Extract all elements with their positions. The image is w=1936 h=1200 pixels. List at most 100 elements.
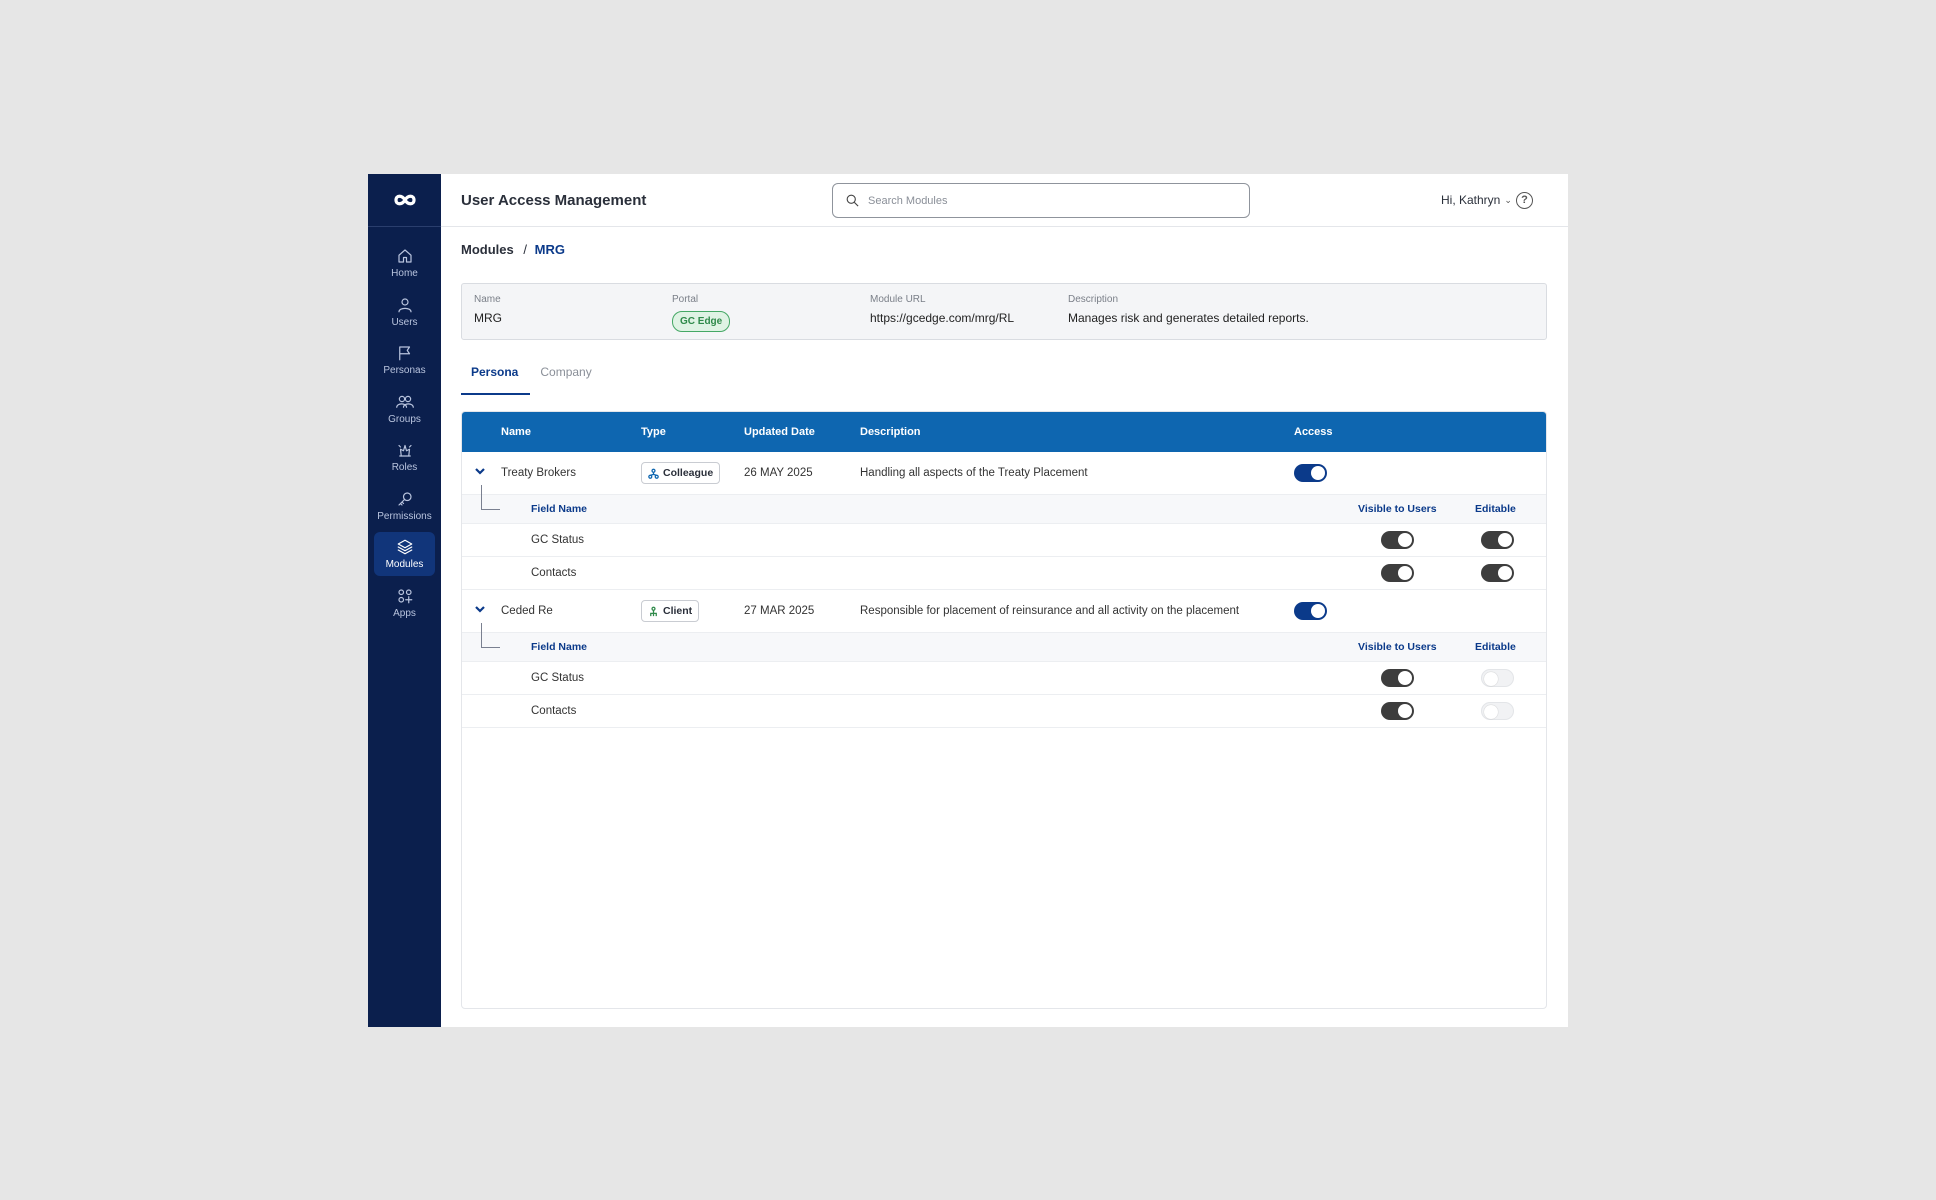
- page-content: Modules / MRG Name MRG Portal GC Edge Mo…: [441, 227, 1568, 1027]
- sidebar-item-apps[interactable]: Apps: [374, 581, 435, 625]
- sidebar-item-label: Users: [391, 316, 418, 328]
- column-header-type[interactable]: Type: [641, 426, 666, 438]
- column-header-name[interactable]: Name: [501, 426, 531, 438]
- persona-table: Name Type Updated Date Description Acces…: [461, 411, 1547, 1009]
- tab-company[interactable]: Company: [530, 353, 601, 395]
- field-name-header: Field Name: [531, 503, 588, 515]
- sidebar-item-roles[interactable]: Roles: [374, 435, 435, 479]
- info-url: Module URL https://gcedge.com/mrg/RL: [870, 294, 1014, 325]
- editable-header: Editable: [1475, 641, 1516, 653]
- url-value: https://gcedge.com/mrg/RL: [870, 311, 1015, 325]
- editable-toggle[interactable]: [1481, 531, 1514, 549]
- field-header-row: Field Name Visible to Users Editable: [462, 485, 1546, 524]
- persona-name: Ceded Re: [501, 605, 553, 617]
- visible-header: Visible to Users: [1358, 503, 1437, 515]
- visible-toggle[interactable]: [1381, 669, 1414, 687]
- column-header-updated-date[interactable]: Updated Date: [744, 426, 815, 438]
- field-header-row: Field Name Visible to Users Editable: [462, 623, 1546, 662]
- app-window: Home Users Personas Groups Roles Permiss…: [368, 174, 1568, 1027]
- field-row: GC Status: [462, 662, 1546, 695]
- persona-description: Responsible for placement of reinsurance…: [860, 605, 1240, 617]
- layers-icon: [397, 539, 412, 555]
- visible-header: Visible to Users: [1358, 641, 1437, 653]
- breadcrumb-separator: /: [523, 242, 527, 257]
- url-label: Module URL: [870, 294, 926, 305]
- sidebar-item-users[interactable]: Users: [374, 290, 435, 334]
- editable-toggle[interactable]: [1481, 564, 1514, 582]
- sidebar-item-label: Roles: [391, 462, 418, 473]
- editable-toggle[interactable]: [1481, 702, 1514, 720]
- user-icon: [397, 297, 412, 312]
- visible-toggle[interactable]: [1381, 564, 1414, 582]
- user-menu[interactable]: Hi, Kathryn ⌄: [1441, 193, 1512, 207]
- sidebar-item-label: Apps: [393, 607, 416, 619]
- name-label: Name: [474, 294, 501, 305]
- info-name: Name MRG: [474, 294, 502, 325]
- help-icon[interactable]: ?: [1516, 191, 1533, 209]
- logo-icon: [393, 194, 416, 206]
- home-icon: [397, 249, 412, 263]
- expand-chevron-icon[interactable]: [474, 602, 486, 620]
- breadcrumb: Modules / MRG: [461, 242, 565, 257]
- flag-icon: [398, 346, 410, 361]
- visible-toggle[interactable]: [1381, 531, 1414, 549]
- sidebar-item-modules[interactable]: Modules: [374, 532, 435, 576]
- client-icon: [650, 606, 657, 616]
- roles-icon: [397, 444, 412, 457]
- description-label: Description: [1068, 294, 1119, 305]
- persona-name: Treaty Brokers: [501, 467, 576, 479]
- sidebar-item-label: Modules: [385, 559, 424, 570]
- field-row: Contacts: [462, 557, 1546, 590]
- search-input[interactable]: [868, 194, 1228, 207]
- sidebar-item-personas[interactable]: Personas: [374, 338, 435, 382]
- updated-date: 26 MAY 2025: [744, 467, 813, 479]
- access-toggle[interactable]: [1294, 464, 1327, 482]
- access-toggle[interactable]: [1294, 602, 1327, 620]
- colleague-icon: [648, 468, 659, 479]
- portal-badge: GC Edge: [672, 311, 731, 332]
- expand-chevron-icon[interactable]: [474, 464, 486, 482]
- sidebar-item-permissions[interactable]: Permissions: [374, 484, 435, 528]
- breadcrumb-parent[interactable]: Modules: [461, 242, 514, 257]
- field-name: Contacts: [531, 567, 577, 579]
- type-label: Colleague: [663, 467, 714, 479]
- table-row[interactable]: Ceded Re Client 27 MAR 2025 Responsible …: [462, 590, 1546, 633]
- type-tag: Client: [641, 600, 700, 622]
- logo[interactable]: [368, 174, 441, 227]
- column-header-description[interactable]: Description: [860, 426, 921, 438]
- key-icon: [397, 491, 412, 506]
- field-name: GC Status: [531, 672, 585, 684]
- info-description: Description Manages risk and generates d…: [1068, 294, 1309, 325]
- table-row[interactable]: Treaty Brokers Colleague 26 MAY 2025 Han…: [462, 452, 1546, 495]
- column-header-access[interactable]: Access: [1294, 426, 1333, 438]
- updated-date: 27 MAR 2025: [744, 605, 815, 617]
- type-cell: Client: [641, 600, 700, 622]
- sidebar-item-label: Permissions: [377, 510, 432, 522]
- apps-icon: [397, 588, 412, 603]
- breadcrumb-current: MRG: [534, 242, 565, 257]
- chevron-down-icon: ⌄: [1504, 194, 1512, 205]
- sidebar-item-label: Personas: [383, 365, 426, 376]
- sidebar: Home Users Personas Groups Roles Permiss…: [368, 174, 441, 1027]
- tab-persona[interactable]: Persona: [461, 353, 531, 395]
- visible-toggle[interactable]: [1381, 702, 1414, 720]
- groups-icon: [395, 395, 414, 408]
- field-name: Contacts: [531, 705, 577, 717]
- sidebar-item-groups[interactable]: Groups: [374, 387, 435, 431]
- editable-header: Editable: [1475, 503, 1516, 515]
- info-portal: Portal GC Edge: [672, 294, 731, 332]
- type-cell: Colleague: [641, 462, 721, 484]
- search-box[interactable]: [832, 183, 1250, 218]
- description-value: Manages risk and generates detailed repo…: [1068, 311, 1309, 325]
- name-value: MRG: [474, 311, 502, 325]
- type-tag: Colleague: [641, 462, 721, 484]
- sidebar-item-label: Home: [391, 268, 418, 279]
- tree-connector: [481, 485, 500, 510]
- top-bar: User Access Management Hi, Kathryn ⌄ ?: [441, 174, 1568, 227]
- sidebar-item-label: Groups: [388, 413, 421, 425]
- field-name: GC Status: [531, 534, 585, 546]
- field-row: Contacts: [462, 695, 1546, 728]
- editable-toggle[interactable]: [1481, 669, 1514, 687]
- sidebar-item-home[interactable]: Home: [374, 241, 435, 285]
- field-name-header: Field Name: [531, 641, 588, 653]
